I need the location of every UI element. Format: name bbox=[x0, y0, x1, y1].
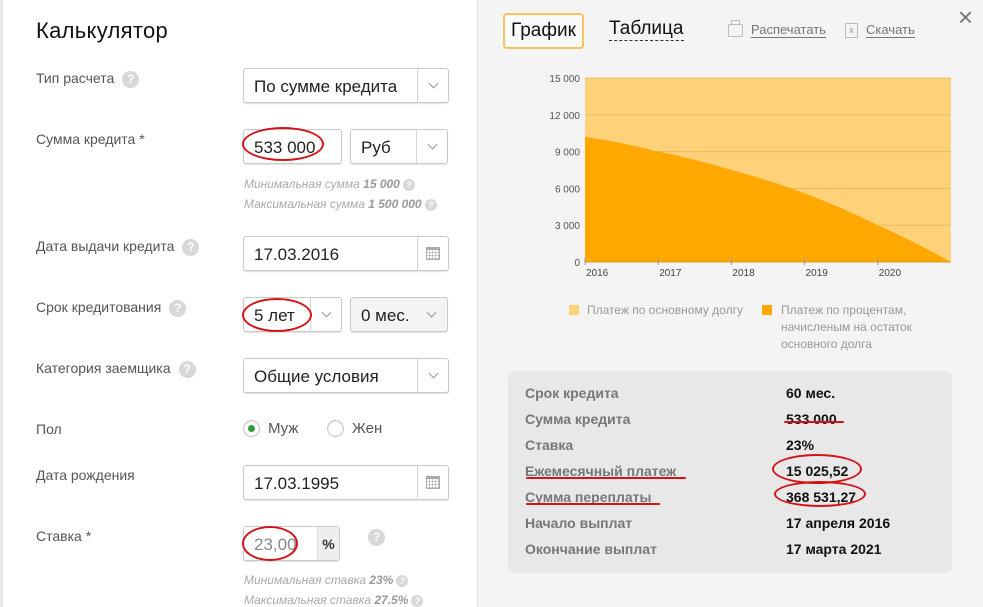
term-years-select[interactable]: 5 лет bbox=[243, 297, 342, 332]
legend-swatch-interest bbox=[762, 305, 772, 315]
issue-date-label: Дата выдачи кредита? bbox=[36, 238, 200, 256]
y-tick-label: 15 000 bbox=[549, 74, 580, 85]
chevron-down-icon[interactable] bbox=[310, 298, 341, 331]
category-label: Категория заемщика? bbox=[36, 360, 196, 378]
birth-date-label: Дата рождения bbox=[36, 467, 135, 483]
excel-icon: x bbox=[845, 22, 858, 38]
rate-input[interactable]: 23,00 % bbox=[243, 526, 340, 561]
payment-chart: 0 3 000 6 000 9 000 12 000 15 000 2016 2017 2018… bbox=[549, 74, 951, 279]
summary-label: Начало выплат bbox=[525, 515, 633, 531]
x-tick-label: 2020 bbox=[879, 268, 902, 279]
tab-chart[interactable]: График bbox=[503, 13, 584, 49]
category-select[interactable]: Общие условия bbox=[243, 358, 449, 393]
loan-amount-label: Сумма кредита * bbox=[36, 131, 145, 147]
summary-value: 60 мес. bbox=[786, 385, 836, 401]
chevron-down-icon[interactable] bbox=[416, 130, 447, 163]
term-months-select[interactable]: 0 мес. bbox=[350, 297, 448, 332]
tab-table[interactable]: Таблица bbox=[609, 18, 684, 41]
help-icon[interactable]: ? bbox=[396, 574, 409, 587]
calc-type-select[interactable]: По сумме кредита bbox=[243, 68, 449, 103]
help-icon[interactable]: ? bbox=[182, 238, 200, 256]
birth-date-input[interactable]: 17.03.1995 bbox=[243, 465, 449, 500]
x-tick-label: 2017 bbox=[659, 268, 682, 279]
calendar-icon[interactable] bbox=[417, 237, 448, 270]
x-tick-label: 2019 bbox=[806, 268, 829, 279]
rate-label: Ставка * bbox=[36, 528, 92, 544]
download-link[interactable]: x Скачать bbox=[845, 22, 915, 38]
close-icon[interactable]: × bbox=[958, 2, 973, 33]
calculator-panel: Калькулятор Тип расчета? По сумме кредит… bbox=[0, 0, 477, 607]
summary-label: Ставка bbox=[525, 437, 574, 453]
calculator-title: Калькулятор bbox=[36, 18, 169, 43]
help-icon[interactable]: ? bbox=[122, 70, 140, 88]
help-icon[interactable]: ? bbox=[411, 594, 424, 607]
legend-item-principal: Платеж по основному долгу bbox=[569, 302, 743, 319]
chevron-down-icon[interactable] bbox=[417, 359, 448, 392]
y-tick-label: 0 bbox=[574, 258, 580, 269]
help-icon[interactable]: ? bbox=[402, 178, 415, 191]
chevron-down-icon[interactable] bbox=[416, 298, 447, 331]
help-icon[interactable]: ? bbox=[178, 360, 196, 378]
calc-type-label: Тип расчета? bbox=[36, 70, 140, 88]
y-tick-label: 3 000 bbox=[555, 221, 580, 232]
summary-value: 533 000 bbox=[786, 411, 837, 427]
summary-value: 15 025,52 bbox=[786, 463, 849, 479]
min-amount-hint: Минимальная сумма 15 000? bbox=[244, 177, 415, 191]
summary-value: 17 апреля 2016 bbox=[786, 515, 891, 531]
calendar-icon[interactable] bbox=[417, 466, 448, 499]
term-label: Срок кредитования? bbox=[36, 299, 187, 317]
help-icon[interactable]: ? bbox=[424, 198, 437, 211]
summary-label: Сумма кредита bbox=[525, 411, 631, 427]
legend-swatch-principal bbox=[569, 305, 579, 315]
y-tick-label: 12 000 bbox=[549, 111, 580, 122]
summary-value: 368 531,27 bbox=[786, 489, 857, 505]
max-amount-hint: Максимальная сумма 1 500 000? bbox=[244, 197, 437, 211]
help-icon[interactable]: ? bbox=[368, 529, 385, 546]
legend-item-interest: Платеж по процентам, начисленым на остат… bbox=[762, 302, 932, 353]
radio-checked-icon[interactable] bbox=[243, 420, 260, 437]
summary-value: 23% bbox=[786, 437, 815, 453]
red-annotation-underline bbox=[526, 477, 686, 479]
red-annotation-underline bbox=[784, 421, 844, 423]
red-annotation-underline bbox=[526, 503, 660, 505]
help-icon[interactable]: ? bbox=[169, 299, 187, 317]
gender-radio-female[interactable]: Жен bbox=[327, 420, 382, 437]
min-rate-hint: Минимальная ставка 23%? bbox=[244, 573, 409, 587]
chevron-down-icon[interactable] bbox=[417, 69, 448, 102]
loan-amount-input[interactable]: 533 000 bbox=[243, 129, 342, 164]
currency-select[interactable]: Руб bbox=[350, 129, 448, 164]
summary-label: Окончание выплат bbox=[525, 541, 657, 557]
summary-label: Срок кредита bbox=[525, 385, 619, 401]
printer-icon bbox=[728, 19, 743, 37]
print-link[interactable]: Распечатать bbox=[728, 19, 827, 38]
gender-radio-male[interactable]: Муж bbox=[243, 420, 298, 437]
y-tick-label: 6 000 bbox=[555, 184, 580, 195]
max-rate-hint: Максимальная ставка 27.5%? bbox=[244, 593, 424, 607]
gender-label: Пол bbox=[36, 421, 62, 437]
x-tick-label: 2018 bbox=[732, 268, 755, 279]
radio-unchecked-icon[interactable] bbox=[327, 420, 344, 437]
x-tick-label: 2016 bbox=[586, 268, 609, 279]
summary-value: 17 марта 2021 bbox=[786, 541, 882, 557]
percent-unit: % bbox=[317, 527, 339, 560]
summary-box: Срок кредита 60 мес. Сумма кредита 533 000 С… bbox=[508, 371, 952, 573]
y-tick-label: 9 000 bbox=[555, 148, 580, 159]
issue-date-input[interactable]: 17.03.2016 bbox=[243, 236, 449, 271]
